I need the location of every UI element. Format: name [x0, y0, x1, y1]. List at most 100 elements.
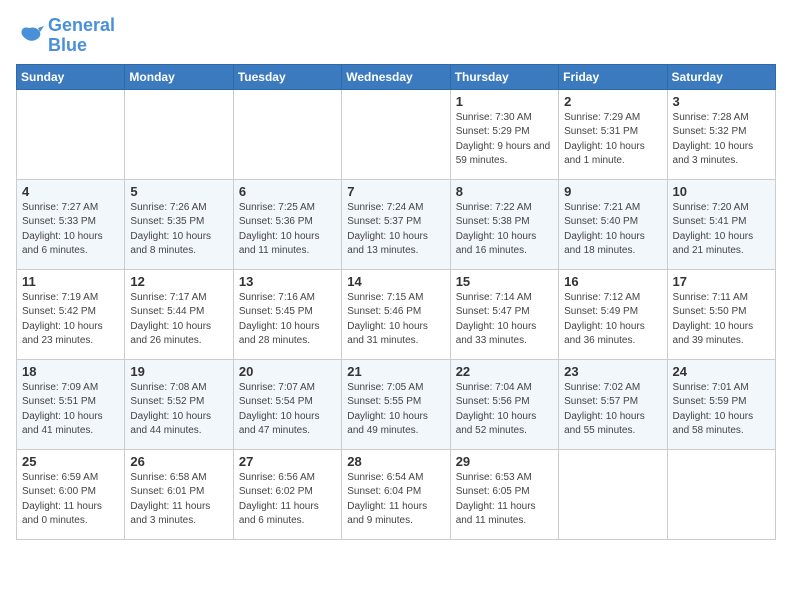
day-info: Sunrise: 7:05 AM Sunset: 5:55 PM Dayligh… — [347, 381, 444, 439]
day-number: 12 — [130, 274, 227, 289]
day-info: Sunrise: 7:20 AM Sunset: 5:41 PM Dayligh… — [673, 201, 770, 259]
day-info: Sunrise: 7:16 AM Sunset: 5:45 PM Dayligh… — [239, 291, 336, 349]
logo-icon — [16, 24, 44, 48]
day-info: Sunrise: 7:14 AM Sunset: 5:47 PM Dayligh… — [456, 291, 553, 349]
calendar-cell: 12 Sunrise: 7:17 AM Sunset: 5:44 PM Dayli… — [125, 269, 233, 359]
day-number: 2 — [564, 94, 661, 109]
day-of-week-header: Friday — [559, 64, 667, 89]
day-number: 15 — [456, 274, 553, 289]
page-header: General Blue — [16, 16, 776, 56]
day-info: Sunrise: 7:26 AM Sunset: 5:35 PM Dayligh… — [130, 201, 227, 259]
day-info: Sunrise: 7:12 AM Sunset: 5:49 PM Dayligh… — [564, 291, 661, 349]
day-info: Sunrise: 6:54 AM Sunset: 6:04 PM Dayligh… — [347, 471, 444, 529]
day-info: Sunrise: 7:21 AM Sunset: 5:40 PM Dayligh… — [564, 201, 661, 259]
day-number: 6 — [239, 184, 336, 199]
calendar-cell — [342, 89, 450, 179]
calendar-cell: 9 Sunrise: 7:21 AM Sunset: 5:40 PM Daylig… — [559, 179, 667, 269]
day-number: 10 — [673, 184, 770, 199]
day-number: 14 — [347, 274, 444, 289]
calendar-cell: 7 Sunrise: 7:24 AM Sunset: 5:37 PM Daylig… — [342, 179, 450, 269]
day-number: 22 — [456, 364, 553, 379]
calendar-table: SundayMondayTuesdayWednesdayThursdayFrid… — [16, 64, 776, 540]
calendar-cell: 21 Sunrise: 7:05 AM Sunset: 5:55 PM Dayli… — [342, 359, 450, 449]
calendar-cell: 19 Sunrise: 7:08 AM Sunset: 5:52 PM Dayli… — [125, 359, 233, 449]
day-number: 19 — [130, 364, 227, 379]
day-number: 27 — [239, 454, 336, 469]
calendar-cell: 18Sunrise: 7:09 AM Sunset: 5:51 PM Dayli… — [17, 359, 125, 449]
day-info: Sunrise: 7:15 AM Sunset: 5:46 PM Dayligh… — [347, 291, 444, 349]
calendar-cell — [559, 449, 667, 539]
day-number: 16 — [564, 274, 661, 289]
day-of-week-header: Thursday — [450, 64, 558, 89]
calendar-cell — [667, 449, 775, 539]
day-number: 5 — [130, 184, 227, 199]
day-info: Sunrise: 7:02 AM Sunset: 5:57 PM Dayligh… — [564, 381, 661, 439]
day-info: Sunrise: 6:58 AM Sunset: 6:01 PM Dayligh… — [130, 471, 227, 529]
day-number: 26 — [130, 454, 227, 469]
calendar-cell — [17, 89, 125, 179]
day-info: Sunrise: 7:24 AM Sunset: 5:37 PM Dayligh… — [347, 201, 444, 259]
calendar-cell: 26 Sunrise: 6:58 AM Sunset: 6:01 PM Dayli… — [125, 449, 233, 539]
day-number: 25 — [22, 454, 119, 469]
day-number: 11 — [22, 274, 119, 289]
calendar-cell: 8 Sunrise: 7:22 AM Sunset: 5:38 PM Daylig… — [450, 179, 558, 269]
calendar-cell: 20 Sunrise: 7:07 AM Sunset: 5:54 PM Dayli… — [233, 359, 341, 449]
day-info: Sunrise: 7:25 AM Sunset: 5:36 PM Dayligh… — [239, 201, 336, 259]
day-number: 21 — [347, 364, 444, 379]
calendar-cell: 13 Sunrise: 7:16 AM Sunset: 5:45 PM Dayli… — [233, 269, 341, 359]
day-info: Sunrise: 7:27 AM Sunset: 5:33 PM Dayligh… — [22, 201, 119, 259]
calendar-cell: 11 Sunrise: 7:19 AM Sunset: 5:42 PM Dayli… — [17, 269, 125, 359]
calendar-cell: 4 Sunrise: 7:27 AM Sunset: 5:33 PM Daylig… — [17, 179, 125, 269]
day-number: 7 — [347, 184, 444, 199]
day-info: Sunrise: 6:53 AM Sunset: 6:05 PM Dayligh… — [456, 471, 553, 529]
day-number: 23 — [564, 364, 661, 379]
logo-text: General Blue — [48, 16, 115, 56]
day-info: Sunrise: 7:22 AM Sunset: 5:38 PM Dayligh… — [456, 201, 553, 259]
calendar-cell: 25 Sunrise: 6:59 AM Sunset: 6:00 PM Dayli… — [17, 449, 125, 539]
day-number: 20 — [239, 364, 336, 379]
logo: General Blue — [16, 16, 115, 56]
day-info: Sunrise: 6:56 AM Sunset: 6:02 PM Dayligh… — [239, 471, 336, 529]
calendar-cell: 27 Sunrise: 6:56 AM Sunset: 6:02 PM Dayli… — [233, 449, 341, 539]
calendar-cell: 23 Sunrise: 7:02 AM Sunset: 5:57 PM Dayli… — [559, 359, 667, 449]
calendar-cell: 24 Sunrise: 7:01 AM Sunset: 5:59 PM Dayli… — [667, 359, 775, 449]
calendar-cell: 17 Sunrise: 7:11 AM Sunset: 5:50 PM Dayli… — [667, 269, 775, 359]
day-of-week-header: Sunday — [17, 64, 125, 89]
day-info: Sunrise: 6:59 AM Sunset: 6:00 PM Dayligh… — [22, 471, 119, 529]
day-number: 13 — [239, 274, 336, 289]
calendar-cell: 10 Sunrise: 7:20 AM Sunset: 5:41 PM Dayli… — [667, 179, 775, 269]
calendar-cell: 1Sunrise: 7:30 AM Sunset: 5:29 PM Daylig… — [450, 89, 558, 179]
day-number: 17 — [673, 274, 770, 289]
day-number: 8 — [456, 184, 553, 199]
day-number: 3 — [673, 94, 770, 109]
calendar-cell: 5 Sunrise: 7:26 AM Sunset: 5:35 PM Daylig… — [125, 179, 233, 269]
calendar-cell — [233, 89, 341, 179]
calendar-cell: 29 Sunrise: 6:53 AM Sunset: 6:05 PM Dayli… — [450, 449, 558, 539]
calendar-cell: 3 Sunrise: 7:28 AM Sunset: 5:32 PM Daylig… — [667, 89, 775, 179]
day-of-week-header: Monday — [125, 64, 233, 89]
day-number: 18 — [22, 364, 119, 379]
day-of-week-header: Saturday — [667, 64, 775, 89]
day-number: 28 — [347, 454, 444, 469]
day-info: Sunrise: 7:17 AM Sunset: 5:44 PM Dayligh… — [130, 291, 227, 349]
calendar-cell — [125, 89, 233, 179]
day-info: Sunrise: 7:29 AM Sunset: 5:31 PM Dayligh… — [564, 111, 661, 169]
day-info: Sunrise: 7:07 AM Sunset: 5:54 PM Dayligh… — [239, 381, 336, 439]
day-info: Sunrise: 7:19 AM Sunset: 5:42 PM Dayligh… — [22, 291, 119, 349]
calendar-cell: 2 Sunrise: 7:29 AM Sunset: 5:31 PM Daylig… — [559, 89, 667, 179]
day-of-week-header: Tuesday — [233, 64, 341, 89]
day-number: 29 — [456, 454, 553, 469]
day-number: 4 — [22, 184, 119, 199]
day-number: 1 — [456, 94, 553, 109]
calendar-cell: 14 Sunrise: 7:15 AM Sunset: 5:46 PM Dayli… — [342, 269, 450, 359]
calendar-cell: 22 Sunrise: 7:04 AM Sunset: 5:56 PM Dayli… — [450, 359, 558, 449]
day-number: 24 — [673, 364, 770, 379]
day-info: Sunrise: 7:04 AM Sunset: 5:56 PM Dayligh… — [456, 381, 553, 439]
day-info: Sunrise: 7:08 AM Sunset: 5:52 PM Dayligh… — [130, 381, 227, 439]
day-info: Sunrise: 7:11 AM Sunset: 5:50 PM Dayligh… — [673, 291, 770, 349]
calendar-cell: 28 Sunrise: 6:54 AM Sunset: 6:04 PM Dayli… — [342, 449, 450, 539]
day-info: Sunrise: 7:01 AM Sunset: 5:59 PM Dayligh… — [673, 381, 770, 439]
day-number: 9 — [564, 184, 661, 199]
day-info: Sunrise: 7:28 AM Sunset: 5:32 PM Dayligh… — [673, 111, 770, 169]
calendar-cell: 15 Sunrise: 7:14 AM Sunset: 5:47 PM Dayli… — [450, 269, 558, 359]
